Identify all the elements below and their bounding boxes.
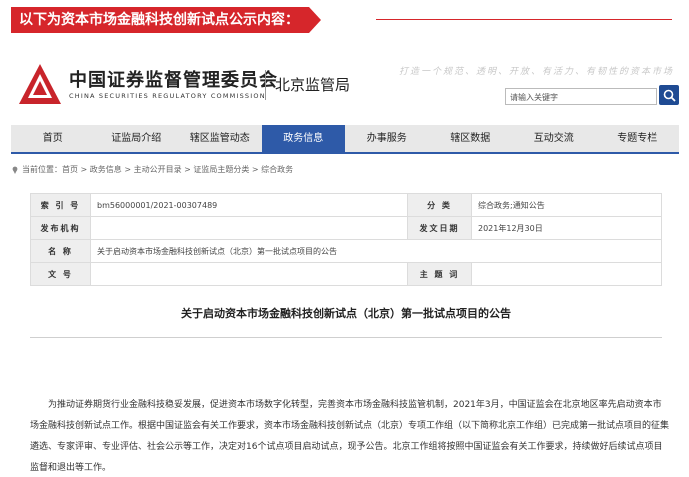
nav-item-interaction[interactable]: 互动交流	[512, 125, 596, 152]
ribbon-text: 以下为资本市场金融科技创新试点公示内容：	[11, 7, 309, 33]
page: 以下为资本市场金融科技创新试点公示内容： 中国证券监督管理委员会 CHINA S…	[0, 0, 689, 477]
announcement-ribbon: 以下为资本市场金融科技创新试点公示内容：	[11, 7, 321, 33]
meta-value: bm56000001/2021-00307489	[90, 193, 408, 217]
org-name-cn: 中国证券监督管理委员会	[69, 70, 278, 91]
main-nav: 首页 证监局介绍 辖区监管动态 政务信息 办事服务 辖区数据 互动交流 专题专栏	[11, 125, 679, 154]
site-header: 中国证券监督管理委员会 CHINA SECURITIES REGULATORY …	[11, 54, 679, 116]
nav-item-gov-info[interactable]: 政务信息	[261, 125, 345, 152]
ribbon-arrow-icon	[309, 7, 321, 33]
meta-value	[471, 262, 662, 286]
nav-item-home[interactable]: 首页	[11, 125, 95, 152]
header-divider	[265, 70, 266, 100]
nav-item-services[interactable]: 办事服务	[345, 125, 429, 152]
meta-value: 2021年12月30日	[471, 216, 662, 240]
document-title: 关于启动资本市场金融科技创新试点（北京）第一批试点项目的公告	[181, 307, 511, 320]
meta-label: 主 题 词	[407, 262, 472, 286]
nav-item-topics[interactable]: 专题专栏	[596, 125, 680, 152]
location-icon	[12, 166, 18, 174]
bureau-name: 北京监管局	[275, 76, 351, 94]
search-icon	[663, 89, 676, 102]
breadcrumb-text[interactable]: 当前位置：首页 > 政务信息 > 主动公开目录 > 证监局主题分类 > 综合政务	[22, 164, 293, 175]
ribbon-divider	[376, 19, 672, 20]
meta-value: 综合政务;通知公告	[471, 193, 662, 217]
meta-label: 发文日期	[407, 216, 472, 240]
meta-label: 文 号	[30, 262, 91, 286]
search-button[interactable]	[659, 85, 679, 105]
meta-value	[90, 216, 408, 240]
document-meta-table: 索 引 号 bm56000001/2021-00307489 分 类 综合政务;…	[30, 193, 662, 286]
nav-item-regulatory-news[interactable]: 辖区监管动态	[178, 125, 262, 152]
title-divider	[30, 337, 662, 338]
nav-item-data[interactable]: 辖区数据	[429, 125, 513, 152]
meta-value	[90, 262, 408, 286]
site-slogan: 打造一个规范、透明、开放、有活力、有韧性的资本市场	[399, 67, 675, 77]
meta-label: 发布机构	[30, 216, 91, 240]
meta-label: 索 引 号	[30, 193, 91, 217]
meta-label: 分 类	[407, 193, 472, 217]
meta-value: 关于启动资本市场金融科技创新试点（北京）第一批试点项目的公告	[90, 239, 662, 263]
meta-label: 名 称	[30, 239, 91, 263]
search-input[interactable]: 请输入关键字	[505, 88, 657, 105]
document-body: 为推动证券期货行业金融科技稳妥发展，促进资本市场数字化转型，完善资本市场金融科技…	[30, 400, 670, 473]
csrc-logo-icon[interactable]	[17, 62, 63, 108]
nav-item-bureau-intro[interactable]: 证监局介绍	[95, 125, 179, 152]
breadcrumb: 当前位置：首页 > 政务信息 > 主动公开目录 > 证监局主题分类 > 综合政务	[11, 164, 293, 175]
org-name-en: CHINA SECURITIES REGULATORY COMMISSION	[69, 92, 266, 100]
